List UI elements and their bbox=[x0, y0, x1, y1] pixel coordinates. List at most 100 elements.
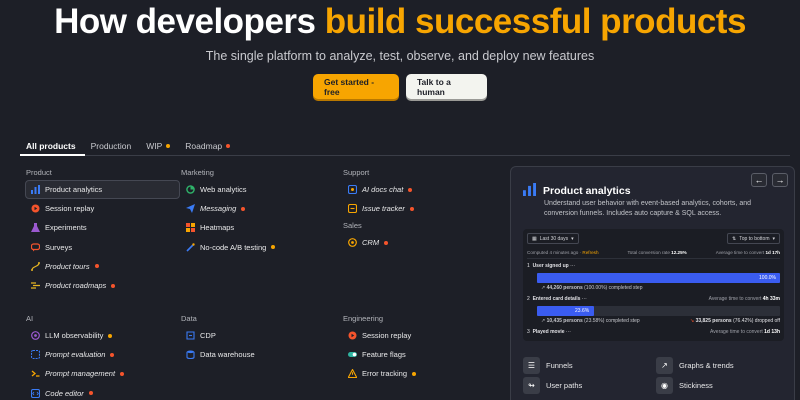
chevron-down-icon: ▾ bbox=[571, 235, 574, 242]
tab-label: Roadmap bbox=[185, 141, 223, 151]
ai-item-prompt-evaluation[interactable]: Prompt evaluation bbox=[26, 345, 124, 364]
step-number: 2 bbox=[527, 296, 530, 302]
ai-section: AI LLM observability Prompt evaluation P… bbox=[26, 314, 125, 400]
item-label: Code editor bbox=[45, 388, 84, 398]
completed-pct: (23.58%) completed step bbox=[584, 318, 640, 324]
data-item-data-warehouse[interactable]: Data warehouse bbox=[181, 345, 255, 364]
next-button[interactable]: → bbox=[772, 173, 788, 187]
sales-item-crm[interactable]: CRM bbox=[343, 233, 414, 252]
feature-label: Graphs & trends bbox=[679, 361, 734, 370]
send-icon bbox=[186, 204, 195, 214]
prompt-icon bbox=[31, 369, 40, 378]
engineering-item-feature-flags[interactable]: Feature flags bbox=[343, 345, 416, 364]
feature-stickiness[interactable]: ◉ Stickiness bbox=[656, 377, 713, 394]
engineering-item-error-tracking[interactable]: Error tracking bbox=[343, 364, 417, 383]
tab-label: WIP bbox=[146, 141, 163, 151]
panel-title-text: Product analytics bbox=[543, 185, 631, 197]
item-label: Prompt evaluation bbox=[45, 350, 106, 360]
tab-production[interactable]: Production bbox=[85, 137, 141, 156]
step-bar-label: 100.0% bbox=[759, 275, 776, 281]
product-item-surveys[interactable]: Surveys bbox=[26, 238, 180, 257]
avg-time-info: Average time to convert 1d 17h bbox=[716, 250, 780, 255]
funnel-controls: ▦ Last 30 days ▾ ⇅ Top to bottom ▾ bbox=[527, 233, 780, 244]
product-item-product-tours[interactable]: Product tours bbox=[26, 257, 180, 276]
section-heading: Data bbox=[181, 314, 197, 323]
item-label: CRM bbox=[362, 238, 380, 248]
conversion-label: Total conversion rate bbox=[627, 250, 670, 255]
bug-icon bbox=[348, 204, 357, 214]
product-item-product-analytics[interactable]: Product analytics bbox=[25, 180, 180, 200]
status-dot bbox=[271, 245, 276, 250]
funnel-meta: Computed 4 minutes ago · Refresh Total c… bbox=[527, 250, 780, 259]
status-dot bbox=[120, 371, 125, 376]
status-dot bbox=[111, 283, 116, 288]
ai-item-code-editor[interactable]: Code editor bbox=[26, 384, 124, 400]
step-bar-label: 23.6% bbox=[575, 308, 590, 314]
marketing-item-heatmaps[interactable]: Heatmaps bbox=[181, 218, 275, 237]
step-avg-time: Average time to convert 4h 33m bbox=[709, 296, 780, 303]
step-name: Entered card details bbox=[532, 296, 581, 302]
item-label: Error tracking bbox=[362, 369, 408, 379]
item-label: CDP bbox=[200, 331, 216, 341]
marketing-item-messaging[interactable]: Messaging bbox=[181, 199, 275, 218]
funnel-step: 1 User signed up ··· 100.0% ↗ 44,260 per… bbox=[527, 263, 780, 291]
toggle-icon bbox=[348, 350, 357, 359]
status-dot bbox=[94, 264, 99, 269]
section-heading: Support bbox=[343, 168, 370, 177]
item-label: Product analytics bbox=[45, 185, 103, 195]
eval-icon bbox=[31, 350, 40, 360]
status-dot bbox=[408, 187, 413, 192]
product-item-session-replay[interactable]: Session replay bbox=[26, 199, 180, 218]
section-heading: Sales bbox=[343, 221, 362, 231]
product-item-product-roadmaps[interactable]: Product roadmaps bbox=[26, 276, 180, 295]
step-name: Played movie bbox=[532, 329, 565, 335]
hero-title: How developers build successful products bbox=[0, 2, 800, 42]
section-heading: Engineering bbox=[343, 314, 384, 323]
support-section: Support AI docs chat Issue tracker Sales… bbox=[343, 168, 414, 253]
engineering-section: Engineering Session replay Feature flags… bbox=[343, 314, 417, 384]
ai-item-llm-observability[interactable]: LLM observability bbox=[26, 326, 124, 345]
item-label: Feature flags bbox=[362, 350, 406, 360]
refresh-link[interactable]: Refresh bbox=[582, 250, 598, 255]
status-dot bbox=[226, 144, 231, 148]
item-label: Surveys bbox=[45, 242, 73, 252]
feature-funnels[interactable]: ☰ Funnels bbox=[523, 357, 573, 374]
completed-pct: (100.00%) completed step bbox=[584, 285, 643, 291]
bar-chart-icon bbox=[31, 185, 40, 195]
funnel-preview: ▦ Last 30 days ▾ ⇅ Top to bottom ▾ Computed … bbox=[523, 229, 784, 341]
chat-bubble-icon bbox=[31, 243, 40, 252]
avg-time-label: Average time to convert bbox=[715, 250, 765, 255]
sort-select[interactable]: ⇅ Top to bottom ▾ bbox=[726, 233, 780, 244]
previous-button[interactable]: ← bbox=[751, 173, 767, 187]
product-analytics-panel: ← → Product analytics Understand user be… bbox=[510, 166, 795, 400]
feature-graphs-trends[interactable]: ↗ Graphs & trends bbox=[656, 357, 734, 374]
product-section: Product Product analytics Session replay… bbox=[25, 168, 180, 295]
feature-user-paths[interactable]: ↬ User paths bbox=[523, 377, 582, 394]
route-icon bbox=[31, 261, 40, 271]
support-item-issue-tracker[interactable]: Issue tracker bbox=[343, 199, 414, 218]
computed-info: Computed 4 minutes ago · Refresh bbox=[527, 250, 599, 255]
replay-icon bbox=[31, 204, 40, 213]
item-label: Issue tracker bbox=[362, 204, 405, 214]
status-dot bbox=[241, 206, 246, 211]
bar-chart-icon bbox=[523, 183, 536, 199]
tab-roadmap[interactable]: Roadmap bbox=[179, 137, 239, 156]
engineering-item-session-replay[interactable]: Session replay bbox=[343, 326, 416, 345]
marketing-item-ab-testing[interactable]: No-code A/B testing bbox=[181, 238, 276, 257]
tab-wip[interactable]: WIP bbox=[140, 137, 179, 156]
support-item-ai-docs-chat[interactable]: AI docs chat bbox=[343, 180, 414, 199]
data-item-cdp[interactable]: CDP bbox=[181, 326, 255, 345]
talk-to-human-button[interactable]: Talk to a human bbox=[406, 74, 487, 99]
status-dot bbox=[110, 352, 115, 357]
status-dot bbox=[412, 371, 417, 376]
product-item-experiments[interactable]: Experiments bbox=[26, 218, 180, 237]
llm-icon bbox=[31, 331, 40, 340]
get-started-button[interactable]: Get started - free bbox=[313, 74, 399, 99]
date-range-select[interactable]: ▦ Last 30 days ▾ bbox=[527, 233, 579, 244]
avg-time-value: 1d 13h bbox=[764, 329, 780, 335]
funnel-step: 3 Played movie ··· Average time to conver… bbox=[527, 329, 780, 336]
tab-all-products[interactable]: All products bbox=[20, 137, 85, 156]
ai-item-prompt-management[interactable]: Prompt management bbox=[26, 364, 125, 383]
marketing-item-web-analytics[interactable]: Web analytics bbox=[181, 180, 275, 199]
step-completed: ↗ 44,260 persons (100.00%) completed ste… bbox=[541, 285, 643, 291]
